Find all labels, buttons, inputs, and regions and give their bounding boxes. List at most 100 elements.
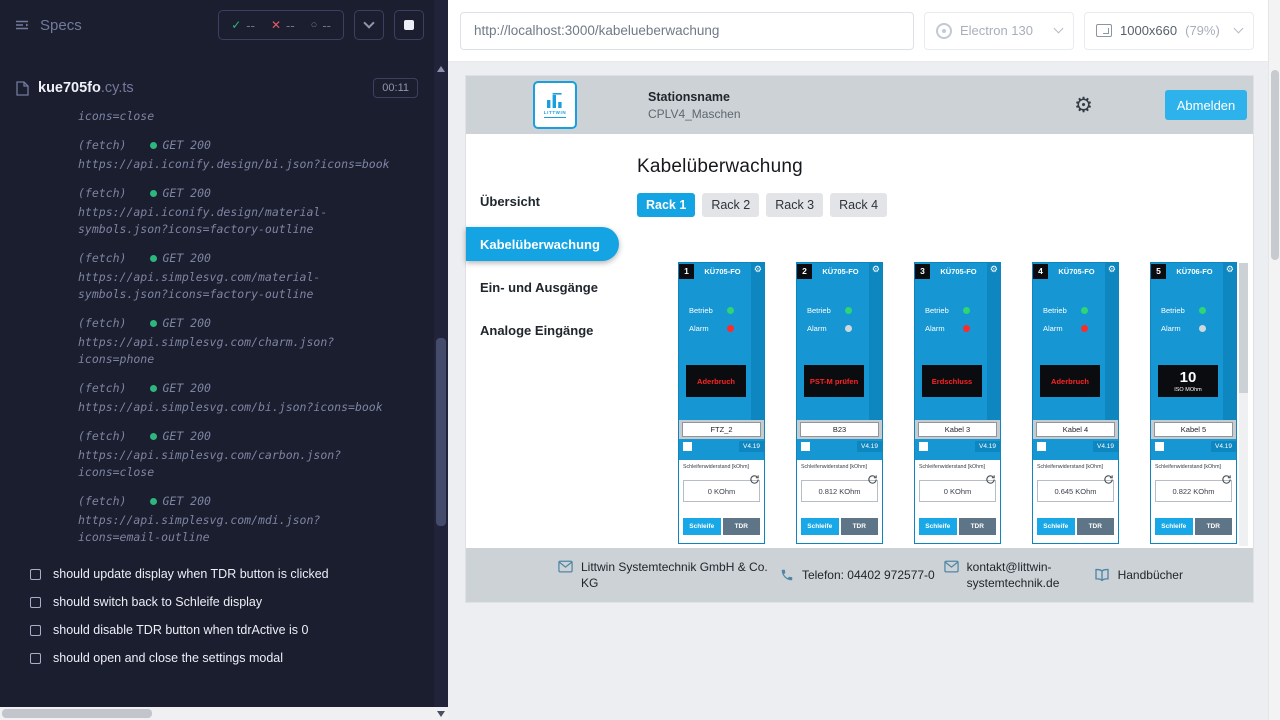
specs-menu-icon[interactable] (14, 17, 30, 33)
card-name-bar: B23 (797, 420, 882, 439)
spec-header: kue705fo.cy.ts 00:11 (0, 78, 434, 98)
spec-file-icon (16, 81, 29, 96)
test-row[interactable]: should update display when TDR button is… (30, 560, 434, 588)
station-name: CPLV4_Maschen (648, 107, 741, 121)
card-version: V4.19 (1211, 441, 1236, 452)
rack-tab[interactable]: Rack 4 (830, 193, 887, 217)
log-url: https://api.simplesvg.com/mdi.json?icons… (78, 512, 396, 546)
sidebar-item[interactable]: Kabelüberwachung (466, 227, 619, 261)
page-scrollbar[interactable] (1268, 0, 1280, 720)
scroll-down-arrow-icon[interactable] (437, 711, 445, 717)
collapse-toolbar-button[interactable] (354, 10, 384, 40)
card-settings-icon[interactable]: ⚙ (1226, 265, 1234, 274)
status-text: PST-M prüfen (810, 377, 858, 386)
settings-gear-icon[interactable]: ⚙ (1074, 95, 1093, 116)
stop-button[interactable] (394, 10, 424, 40)
card-button-tdr[interactable]: TDR (1195, 518, 1233, 535)
card-settings-icon[interactable]: ⚙ (990, 265, 998, 274)
test-row[interactable]: should open and close the settings modal (30, 644, 434, 672)
log-status-text: GET 200 (162, 250, 210, 267)
card-mini-box (1155, 442, 1164, 451)
card-mini-box (919, 442, 928, 451)
sidebar-item-label: Kabelüberwachung (480, 237, 600, 252)
log-entry: (fetch) GET 200 https://api.iconify.desi… (78, 185, 416, 238)
browser-selector[interactable]: Electron 130 (924, 12, 1074, 50)
hscrollbar-thumb[interactable] (2, 709, 152, 718)
scroll-up-arrow-icon[interactable] (437, 66, 445, 72)
card-side-strip (869, 263, 882, 420)
card-button-schleife[interactable]: Schleife (1037, 518, 1075, 535)
refresh-icon[interactable] (867, 474, 878, 485)
card-status-display: Erdschluss (922, 365, 982, 397)
card-settings-icon[interactable]: ⚙ (872, 265, 880, 274)
card-button-schleife[interactable]: Schleife (801, 518, 839, 535)
card-version: V4.19 (975, 441, 1000, 452)
test-row[interactable]: should switch back to Schleife display (30, 588, 434, 616)
sidebar-item-label: Ein- und Ausgänge (480, 280, 598, 295)
led-indicator (1199, 307, 1206, 314)
cards-scrollbar[interactable] (1239, 263, 1248, 546)
failed-count: -- (286, 18, 295, 33)
spec-title[interactable]: kue705fo.cy.ts (38, 79, 134, 97)
card-button-tdr[interactable]: TDR (1077, 518, 1115, 535)
led-label: Alarm (1161, 324, 1191, 333)
runner-scrollbar[interactable] (434, 0, 448, 707)
card-buttons: SchleifeTDR (1155, 518, 1232, 535)
rack-tab[interactable]: Rack 3 (766, 193, 823, 217)
page-title: Kabelüberwachung (637, 156, 1253, 178)
card-button-tdr[interactable]: TDR (841, 518, 879, 535)
card-version: V4.19 (739, 441, 764, 452)
phone-icon (780, 568, 794, 582)
measure-label: Schleifenwiderstand [kOhm] (1037, 464, 1114, 470)
card-number: 2 (797, 264, 812, 279)
sidebar-item[interactable]: Analoge Eingänge (466, 313, 621, 347)
device-card: ⚙ 1 KÜ705-FO BetriebAlarm Aderbruch FTZ_… (678, 262, 765, 544)
url-input[interactable]: http://localhost:3000/kabelueberwachung (460, 12, 914, 50)
refresh-icon[interactable] (1221, 474, 1232, 485)
viewport-icon (1096, 24, 1112, 37)
card-button-schleife[interactable]: Schleife (1155, 518, 1193, 535)
status-dot-icon (150, 385, 157, 392)
footer-item-text: Handbücher (1118, 567, 1183, 583)
card-button-schleife[interactable]: Schleife (919, 518, 957, 535)
log-tag: (fetch) (78, 380, 126, 397)
electron-icon (936, 23, 952, 39)
card-button-tdr[interactable]: TDR (723, 518, 761, 535)
cards-scrollbar-thumb[interactable] (1239, 263, 1248, 393)
sidebar-item-label: Analoge Eingänge (480, 323, 593, 338)
sidebar-item[interactable]: Übersicht (466, 184, 621, 218)
card-button-tdr[interactable]: TDR (959, 518, 997, 535)
logout-button[interactable]: Abmelden (1165, 90, 1247, 120)
device-card: ⚙ 3 KÜ705-FO BetriebAlarm Erdschluss Kab… (914, 262, 1001, 544)
card-button-schleife[interactable]: Schleife (683, 518, 721, 535)
refresh-icon[interactable] (749, 474, 760, 485)
refresh-icon[interactable] (1103, 474, 1114, 485)
test-list: should update display when TDR button is… (0, 560, 434, 672)
status-text: Aderbruch (1051, 377, 1089, 386)
sidebar-item[interactable]: Ein- und Ausgänge (466, 270, 621, 304)
rack-tab[interactable]: Rack 1 (637, 193, 695, 217)
card-status-display: 10ISO MOhm (1158, 365, 1218, 397)
test-row[interactable]: should disable TDR button when tdrActive… (30, 616, 434, 644)
card-name-bar: Kabel 4 (1033, 420, 1118, 439)
refresh-icon[interactable] (985, 474, 996, 485)
test-stats: ✓-- ✕-- ○-- (218, 10, 344, 40)
log-url: https://api.iconify.design/bi.json?icons… (78, 156, 396, 173)
viewport-scale: (79%) (1185, 23, 1220, 38)
card-settings-icon[interactable]: ⚙ (1108, 265, 1116, 274)
page-scrollbar-thumb[interactable] (1271, 70, 1279, 260)
card-buttons: SchleifeTDR (683, 518, 760, 535)
spec-timer: 00:11 (373, 78, 418, 98)
viewport-size: 1000x660 (1120, 23, 1177, 38)
runner-hscrollbar[interactable] (0, 707, 434, 720)
log-tag: (fetch) (78, 493, 126, 510)
viewport-selector[interactable]: 1000x660 (79%) (1084, 12, 1254, 50)
rack-tab[interactable]: Rack 2 (702, 193, 759, 217)
log-entry: (fetch) GET 200 https://api.simplesvg.co… (78, 315, 416, 368)
stop-icon (404, 20, 414, 30)
log-continuation: icons=close (78, 108, 396, 125)
card-settings-icon[interactable]: ⚙ (754, 265, 762, 274)
scrollbar-thumb[interactable] (436, 338, 446, 526)
app-footer: Littwin Systemtechnik GmbH & Co. KG Tele… (466, 548, 1253, 602)
log-status-text: GET 200 (162, 493, 210, 510)
